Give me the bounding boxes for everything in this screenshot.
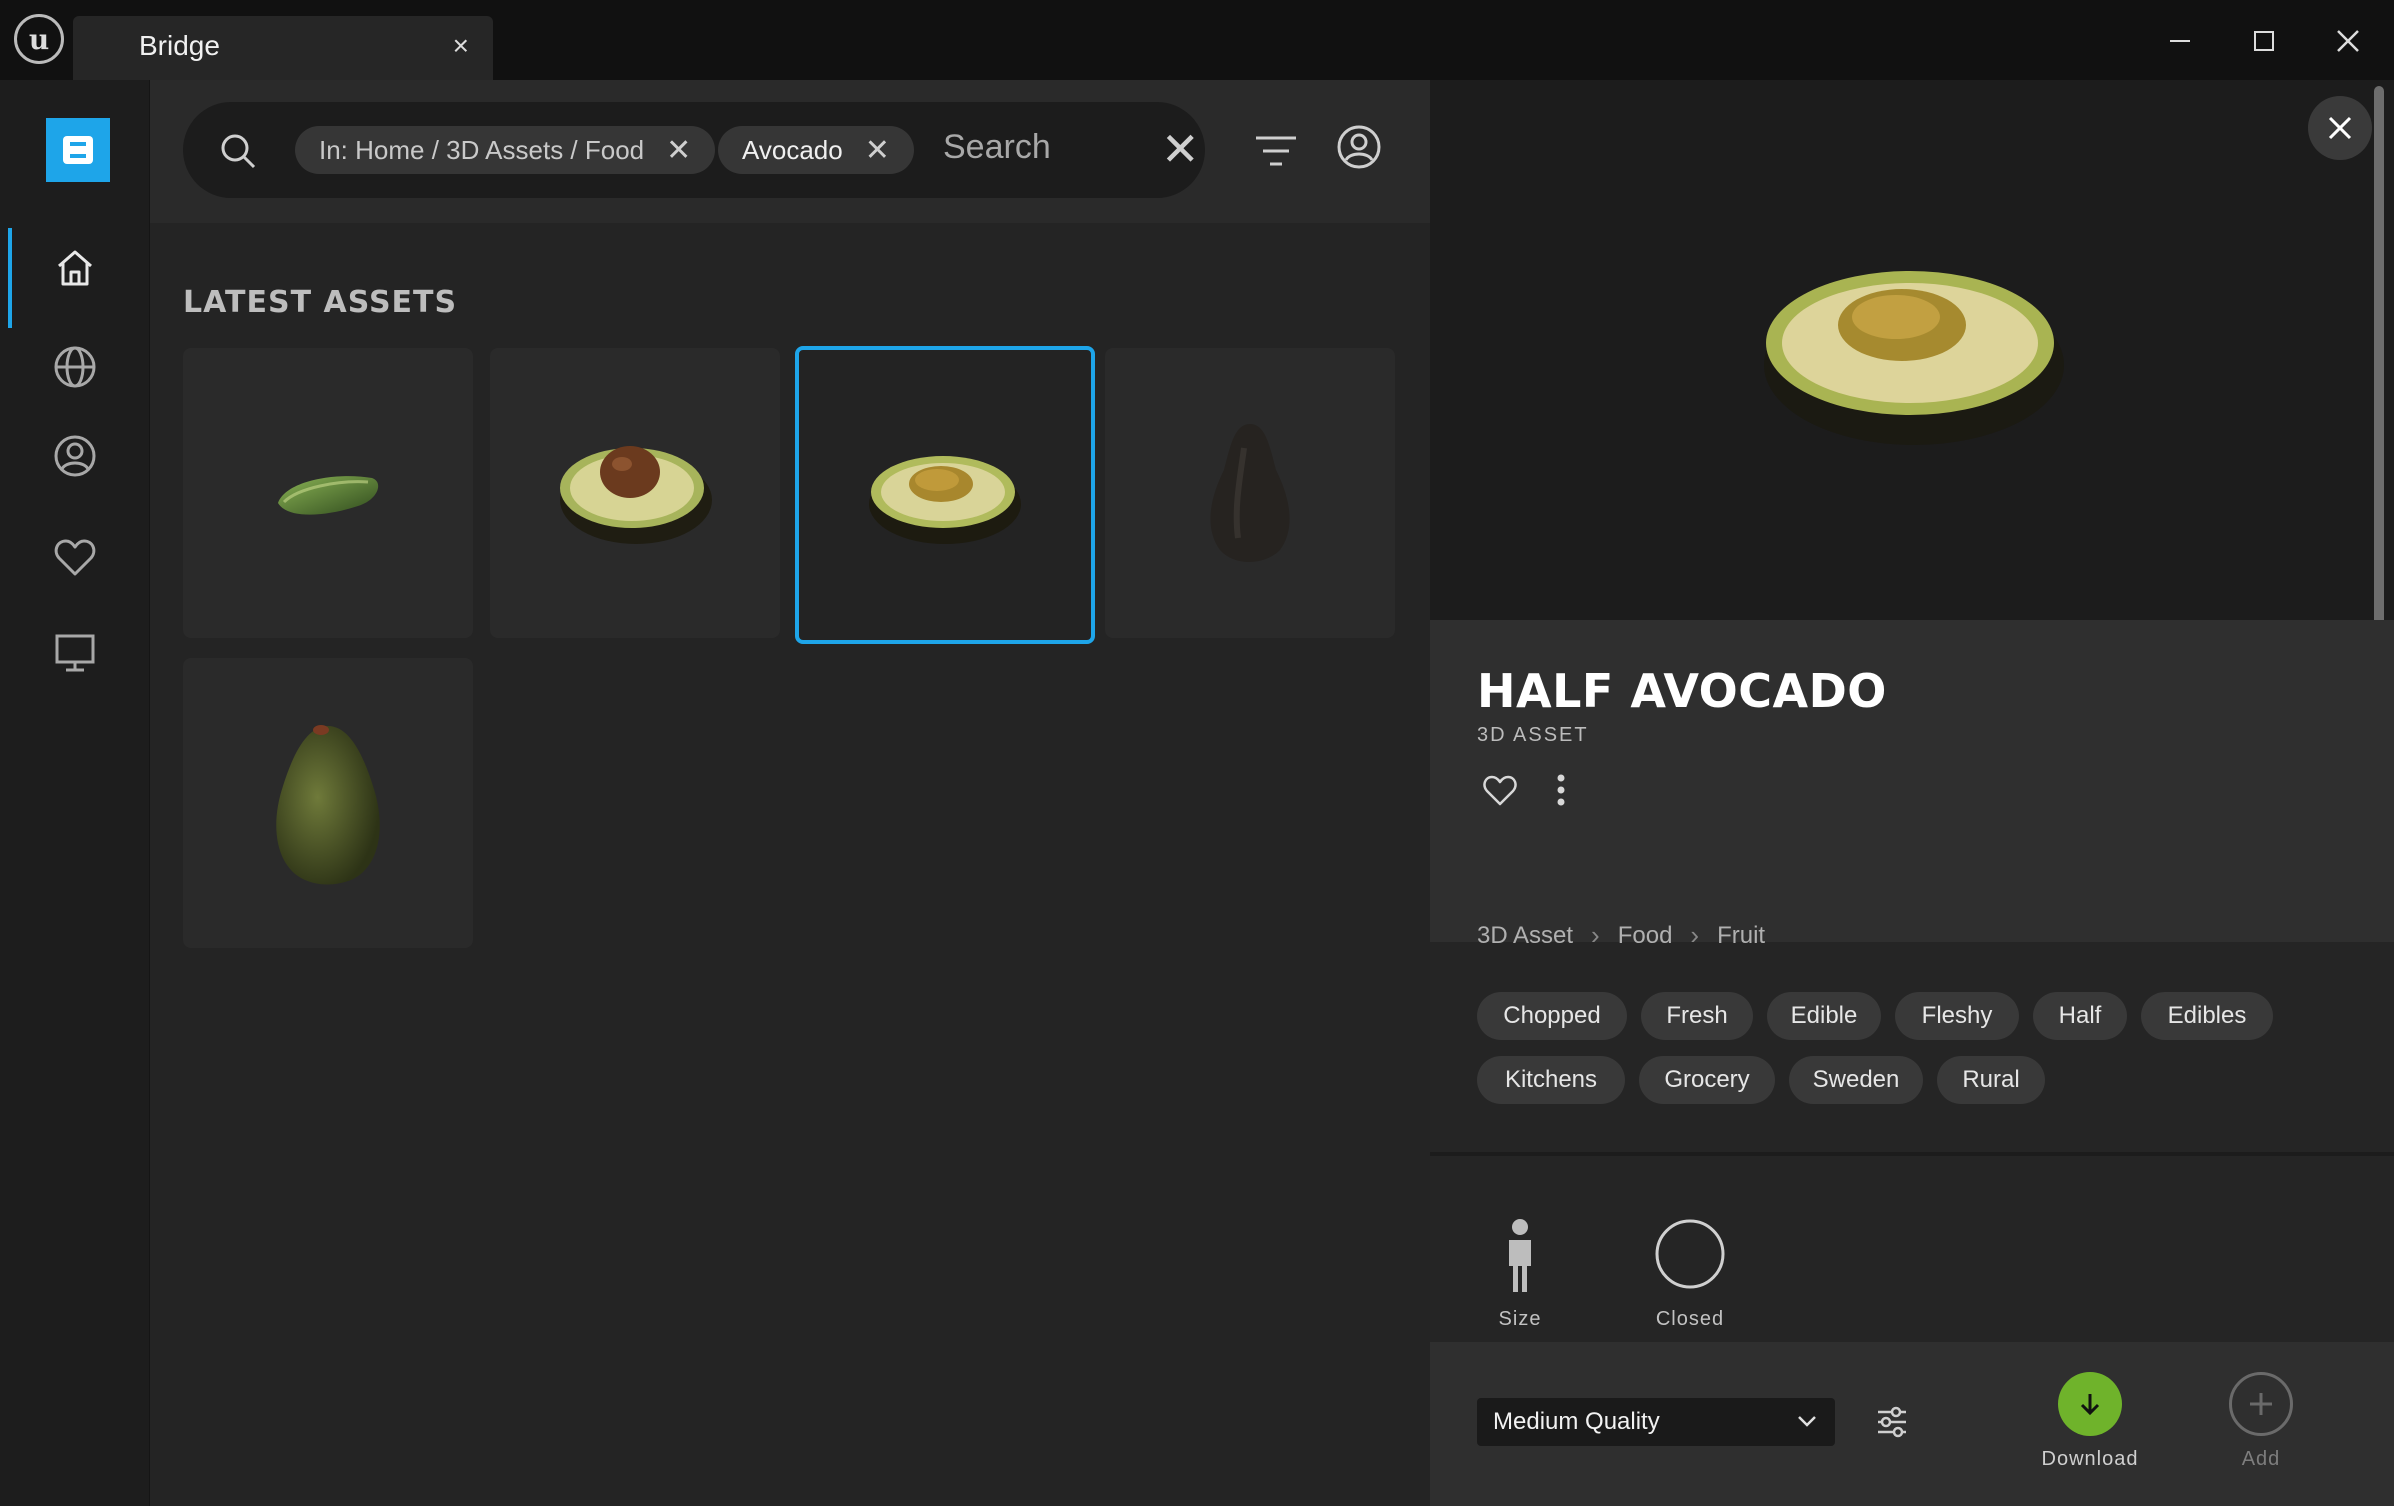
asset-preview [1430, 80, 2394, 620]
home-icon [58, 250, 92, 286]
filter-chip-path[interactable]: In: Home / 3D Assets / Food ✕ [295, 126, 716, 174]
sidebar-item-home[interactable] [0, 228, 150, 328]
sidebar-item-favorites[interactable] [0, 518, 150, 598]
breadcrumb-item[interactable]: Food [1618, 922, 1673, 950]
circle-icon [1655, 1219, 1725, 1289]
tag-chip[interactable]: Chopped [1477, 992, 1627, 1040]
detail-panel: HALF AVOCADO 3D ASSET 3D Asset › Food › … [1430, 80, 2394, 1506]
breadcrumb-item[interactable]: Fruit [1717, 922, 1765, 950]
tag-chip[interactable]: Fresh [1641, 992, 1753, 1040]
settings-sliders-icon[interactable] [1874, 1404, 1910, 1440]
asset-card-avocado-pit[interactable] [490, 348, 780, 638]
tag-chip[interactable]: Kitchens [1477, 1056, 1625, 1104]
asset-card-green-avocado[interactable] [183, 658, 473, 948]
search-icon [221, 134, 256, 169]
avocado-with-pit-thumbnail [560, 446, 712, 544]
bridge-logo-icon [63, 136, 93, 164]
search-bar[interactable]: In: Home / 3D Assets / Food ✕ Avocado ✕ … [183, 102, 1205, 198]
globe-icon [54, 346, 96, 388]
filter-chip-avocado[interactable]: Avocado ✕ [718, 126, 914, 174]
remove-filter-button[interactable]: ✕ [865, 133, 890, 168]
breadcrumb-item[interactable]: 3D Asset [1477, 922, 1573, 950]
search-input[interactable]: Search [943, 128, 1051, 167]
sidebar-item-local[interactable] [0, 613, 150, 693]
download-button[interactable]: Download [2030, 1372, 2150, 1471]
category-breadcrumb: 3D Asset › Food › Fruit [1477, 920, 1765, 951]
person-icon [1509, 1219, 1531, 1292]
sidebar-item-account[interactable] [0, 416, 150, 496]
size-property: Size [1470, 1218, 1570, 1331]
filter-chip-label: Avocado [742, 134, 843, 165]
divider [1430, 1152, 2394, 1156]
download-icon [2058, 1372, 2122, 1436]
plus-icon [2229, 1372, 2293, 1436]
close-detail-button[interactable] [2308, 96, 2372, 160]
chevron-right-icon: › [1690, 920, 1700, 950]
tag-chip[interactable]: Rural [1937, 1056, 2045, 1104]
add-label: Add [2241, 1448, 2281, 1470]
window-close-button[interactable] [2308, 16, 2388, 66]
monitor-icon [55, 634, 95, 672]
more-options-icon[interactable] [1554, 772, 1568, 808]
property-label: Closed [1655, 1308, 1725, 1330]
tab-title: Bridge [139, 30, 220, 61]
quality-value: Medium Quality [1493, 1408, 1660, 1435]
avocado-slice-thumbnail [278, 476, 379, 515]
user-circle-icon [54, 435, 96, 477]
maximize-icon [2254, 31, 2274, 51]
minimize-icon [2170, 40, 2190, 42]
main-panel: In: Home / 3D Assets / Food ✕ Avocado ✕ … [150, 80, 1430, 1506]
half-avocado-preview-image [1764, 271, 2064, 445]
whole-avocado-thumbnail [1210, 424, 1290, 562]
asset-title: HALF AVOCADO [1477, 664, 1887, 718]
chevron-down-icon [1798, 1416, 1816, 1427]
download-label: Download [2041, 1448, 2139, 1470]
tag-chip[interactable]: Half [2033, 992, 2127, 1040]
clear-search-button[interactable]: ✕ [1161, 122, 1200, 176]
green-avocado-thumbnail [276, 725, 380, 885]
sidebar-item-globe[interactable] [0, 327, 150, 407]
close-icon [2328, 116, 2352, 140]
download-footer: Medium Quality Download Add [1430, 1342, 2394, 1506]
tab-close-button[interactable]: × [453, 30, 469, 62]
closed-property: Closed [1640, 1218, 1740, 1331]
chevron-right-icon: › [1591, 920, 1600, 950]
asset-header: HALF AVOCADO 3D ASSET [1430, 620, 2394, 942]
unreal-logo-icon: u [14, 14, 64, 64]
tag-chip[interactable]: Grocery [1639, 1056, 1775, 1104]
remove-filter-button[interactable]: ✕ [666, 133, 691, 168]
bridge-logo[interactable] [46, 118, 110, 182]
asset-type: 3D ASSET [1477, 724, 1589, 746]
tag-chip[interactable]: Fleshy [1895, 992, 2019, 1040]
close-icon [2337, 30, 2359, 52]
search-header: In: Home / 3D Assets / Food ✕ Avocado ✕ … [150, 80, 1430, 223]
title-bar: u Bridge × [0, 0, 2394, 80]
sidebar [0, 80, 150, 1506]
minimize-button[interactable] [2140, 16, 2220, 66]
tag-chip[interactable]: Edibles [2141, 992, 2273, 1040]
filter-chip-label: In: Home / 3D Assets / Food [319, 134, 645, 165]
tag-chip[interactable]: Sweden [1789, 1056, 1923, 1104]
user-icon[interactable] [1334, 122, 1384, 172]
favorite-heart-icon[interactable] [1482, 774, 1518, 808]
asset-card-avocado-slice[interactable] [183, 348, 473, 638]
tab-bridge[interactable]: Bridge × [73, 16, 493, 80]
property-label: Size [1498, 1308, 1542, 1330]
section-title: LATEST ASSETS [183, 285, 458, 320]
add-button[interactable]: Add [2206, 1372, 2316, 1471]
asset-card-half-avocado[interactable] [795, 346, 1095, 644]
filter-icon[interactable] [1252, 132, 1300, 172]
tag-chip[interactable]: Edible [1767, 992, 1881, 1040]
heart-icon [54, 539, 96, 576]
asset-card-whole-avocado[interactable] [1105, 348, 1395, 638]
half-avocado-thumbnail [869, 456, 1021, 544]
maximize-button[interactable] [2224, 16, 2304, 66]
quality-select[interactable]: Medium Quality [1477, 1398, 1835, 1446]
